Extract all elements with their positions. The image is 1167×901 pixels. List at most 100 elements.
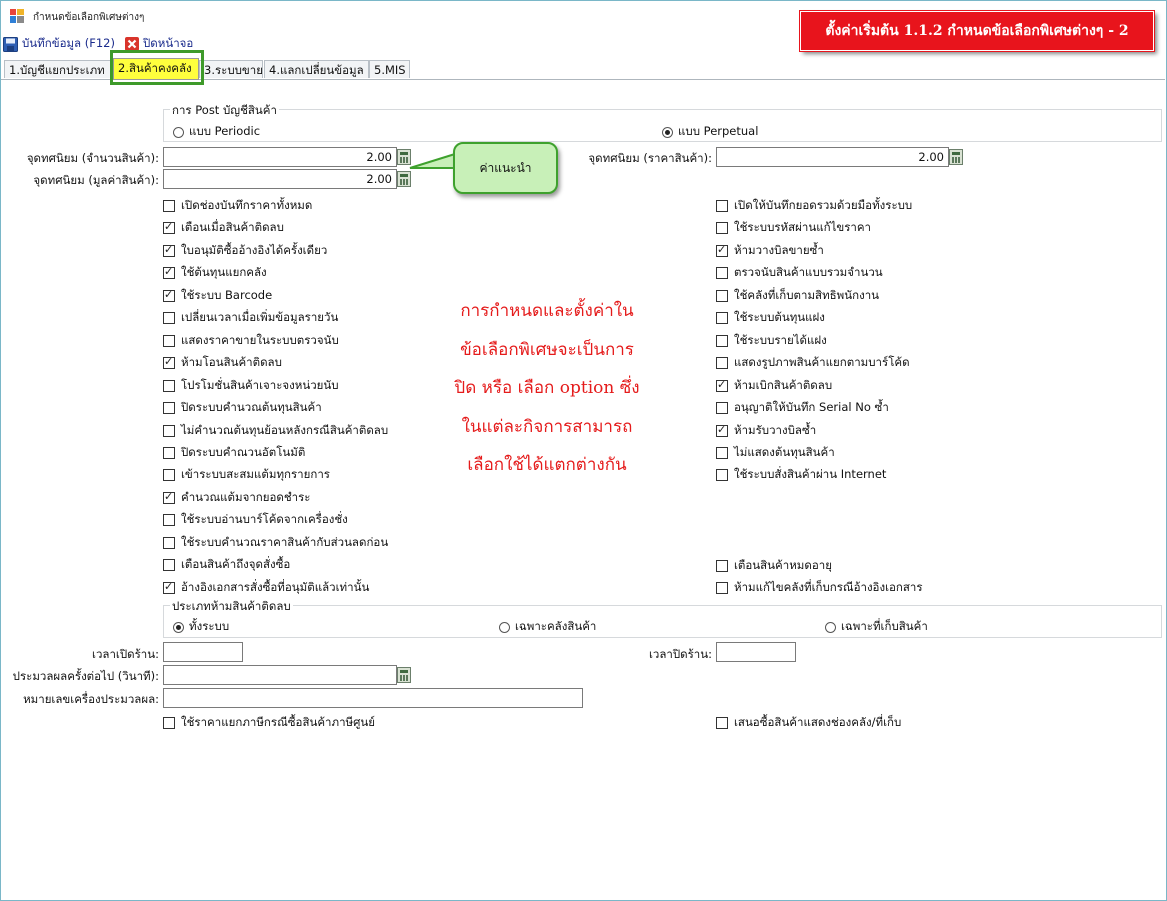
checkbox-box [716,446,728,459]
option-checkbox[interactable]: แสดงรูปภาพสินค้าแยกตามบาร์โค้ด [716,354,910,372]
option-checkbox[interactable]: ใช้ระบบสั่งสินค้าผ่าน Internet [716,466,886,484]
radio-whole-system[interactable]: ทั้งระบบ [173,618,229,636]
note-line: ข้อเลือกพิเศษจะเป็นการ [460,339,634,360]
option-checkbox[interactable]: ใช้คลังที่เก็บตามสิทธิพนักงาน [716,287,879,305]
qty-decimal-input[interactable]: 2.00 [163,147,397,167]
note-line: การกำหนดและตั้งค่าใน [460,301,634,321]
tab-data-exchange[interactable]: 4.แลกเปลี่ยนข้อมูล [264,60,369,78]
interval-label: ประมวลผลครั้งต่อไป (วินาที): [12,669,159,683]
save-button[interactable]: บันทึกข้อมูล (F12) [3,35,115,53]
tab-strip: 1.บัญชีแยกประเภท 2.สินค้าคงคลัง 3.ระบบขา… [1,58,1165,80]
option-checkbox[interactable]: ห้ามรับวางบิลซ้ำ [716,422,816,440]
checkbox-label: เปิดให้บันทึกยอดรวมด้วยมือทั้งระบบ [734,198,913,212]
checkbox-box [716,402,728,415]
price-decimal-input[interactable]: 2.00 [716,147,949,167]
option-checkbox[interactable]: ห้ามวางบิลขายซ้ำ [716,242,824,260]
option-checkbox[interactable]: เตือนสินค้าถึงจุดสั่งซื้อ [163,556,290,574]
option-checkbox[interactable]: ไม่คำนวณต้นทุนย้อนหลังกรณีสินค้าติดลบ [163,422,388,440]
radio-whole-system-label: ทั้งระบบ [189,619,230,633]
option-checkbox[interactable]: อนุญาติให้บันทึก Serial No ซ้ำ [716,399,889,417]
checkbox-label: ใช้ระบบ Barcode [181,287,273,302]
option-checkbox[interactable]: เตือนเมื่อสินค้าติดลบ [163,219,284,237]
post-method-title: การ Post บัญชีสินค้า [170,102,279,120]
checkbox-label: ใช้ระบบสั่งสินค้าผ่าน Internet [734,467,887,482]
price-calculator-icon[interactable] [949,149,963,165]
checkbox-label: ใบอนุมัติซื้ออ้างอิงได้ครั้งเดียว [181,242,328,257]
option-checkbox[interactable]: เปิดช่องบันทึกราคาทั้งหมด [163,197,312,215]
close-time-input[interactable] [716,642,796,662]
checkbox-label: ไม่คำนวณต้นทุนย้อนหลังกรณีสินค้าติดลบ [181,422,389,437]
checkbox-tax-separate-price[interactable]: ใช้ราคาแยกภาษีกรณีซื้อสินค้าภาษีศูนย์ [163,714,375,732]
option-checkbox[interactable]: อ้างอิงเอกสารสั่งซื้อที่อนุมัติแล้วเท่าน… [163,579,369,597]
radio-perpetual[interactable]: แบบ Perpetual [662,123,758,141]
radio-warehouse-only[interactable]: เฉพาะคลังสินค้า [499,618,596,636]
checkbox-label: ใช้คลังที่เก็บตามสิทธิพนักงาน [734,287,880,302]
option-checkbox[interactable]: ใช้ระบบรหัสผ่านแก้ไขราคา [716,219,871,237]
checkbox-box [163,355,175,370]
checkbox-box [163,424,175,437]
checkbox-label: ตรวจนับสินค้าแบบรวมจำนวน [734,265,883,280]
option-checkbox[interactable]: ใช้ระบบคำนวณราคาสินค้ากับส่วนลดก่อน [163,534,388,552]
option-checkbox[interactable]: ปิดระบบคำณวนอัตโนมัติ [163,444,305,462]
option-checkbox[interactable]: ห้ามแก้ไขคลังที่เก็บกรณีอ้างอิงเอกสาร [716,579,923,597]
checkbox-label: แสดงราคาขายในระบบตรวจนับ [181,332,339,347]
option-checkbox[interactable]: ห้ามโอนสินค้าติดลบ [163,354,282,372]
option-checkbox[interactable]: เปิดให้บันทึกยอดรวมด้วยมือทั้งระบบ [716,197,912,215]
tab-sales[interactable]: 3.ระบบขาย [199,60,263,78]
interval-input[interactable] [163,665,397,685]
note-line: เลือกใช้ได้แตกต่างกัน [467,455,627,475]
checkbox-label: เตือนเมื่อสินค้าติดลบ [181,220,284,235]
radio-location-only[interactable]: เฉพาะที่เก็บสินค้า [825,618,928,636]
interval-calculator-icon[interactable] [397,667,411,683]
option-checkbox[interactable]: ใช้ต้นทุนแยกคลัง [163,264,267,282]
tab-mis[interactable]: 5.MIS [369,60,410,78]
machine-label: หมายเลขเครื่องประมวลผล: [23,692,159,706]
checkbox-box [163,334,175,347]
value-decimal-input[interactable]: 2.00 [163,169,397,189]
checkbox-box [163,220,175,235]
option-checkbox[interactable]: ใช้ระบบ Barcode [163,287,272,305]
option-checkbox[interactable]: คำนวณแต้มจากยอดชำระ [163,489,311,507]
close-button-label: ปิดหน้าจอ [143,36,194,50]
option-checkbox[interactable]: ใช้ระบบอ่านบาร์โค้ดจากเครื่องชั่ง [163,511,348,529]
radio-perpetual-dot [662,126,673,138]
checkbox-label: อนุญาติให้บันทึก Serial No ซ้ำ [734,400,889,415]
checkbox-label: ใช้ต้นทุนแยกคลัง [181,265,267,280]
radio-periodic-label: แบบ Periodic [189,124,261,138]
option-checkbox[interactable]: ห้ามเบิกสินค้าติดลบ [716,377,832,395]
callout-text: ค่าแนะนำ [479,160,532,175]
option-checkbox[interactable]: ปิดระบบคำนวณต้นทุนสินค้า [163,399,322,417]
checkbox-box [716,200,728,212]
checkbox-box [163,265,175,280]
checkbox-label: ห้ามเบิกสินค้าติดลบ [734,377,833,392]
checkbox-box [716,222,728,235]
option-checkbox[interactable]: ใช้ระบบรายได้แฝง [716,332,827,350]
option-checkbox[interactable]: ไม่แสดงต้นทุนสินค้า [716,444,835,462]
option-checkbox[interactable]: โปรโมชั่นสินค้าเจาะจงหน่วยนับ [163,377,339,395]
qty-decimal-label: จุดทศนิยม (จำนวนสินค้า): [26,151,159,165]
radio-periodic[interactable]: แบบ Periodic [173,123,260,141]
option-checkbox[interactable]: ใบอนุมัติซื้ออ้างอิงได้ครั้งเดียว [163,242,327,260]
close-time-label: เวลาปิดร้าน: [648,647,712,661]
option-checkbox[interactable]: แสดงราคาขายในระบบตรวจนับ [163,332,339,350]
checkbox-label: ห้ามรับวางบิลซ้ำ [734,422,817,437]
option-checkbox[interactable]: เปลี่ยนเวลาเมื่อเพิ่มข้อมูลรายวัน [163,309,338,327]
machine-input[interactable] [163,688,583,708]
checkbox-box [163,402,175,415]
close-button[interactable]: ปิดหน้าจอ [125,35,193,53]
open-time-input[interactable] [163,642,243,662]
tab-general-ledger[interactable]: 1.บัญชีแยกประเภท [4,60,112,78]
radio-warehouse-only-dot [499,621,510,633]
option-checkbox[interactable]: ใช้ระบบต้นทุนแฝง [716,309,825,327]
price-decimal-label: จุดทศนิยม (ราคาสินค้า): [588,151,712,165]
option-checkbox[interactable]: ตรวจนับสินค้าแบบรวมจำนวน [716,264,883,282]
tab-inventory[interactable]: 2.สินค้าคงคลัง [113,58,199,80]
checkbox-box [163,536,175,549]
option-checkbox[interactable]: เตือนสินค้าหมดอายุ [716,557,832,575]
checkbox-box [163,559,175,572]
option-checkbox[interactable]: เข้าระบบสะสมแต้มทุกรายการ [163,466,330,484]
checkbox-box [716,334,728,347]
checkbox-show-warehouse-location[interactable]: เสนอซื้อสินค้าแสดงช่องคลัง/ที่เก็บ [716,714,901,732]
radio-periodic-dot [173,126,184,138]
checkbox-label: ปิดระบบคำนวณต้นทุนสินค้า [181,400,322,415]
